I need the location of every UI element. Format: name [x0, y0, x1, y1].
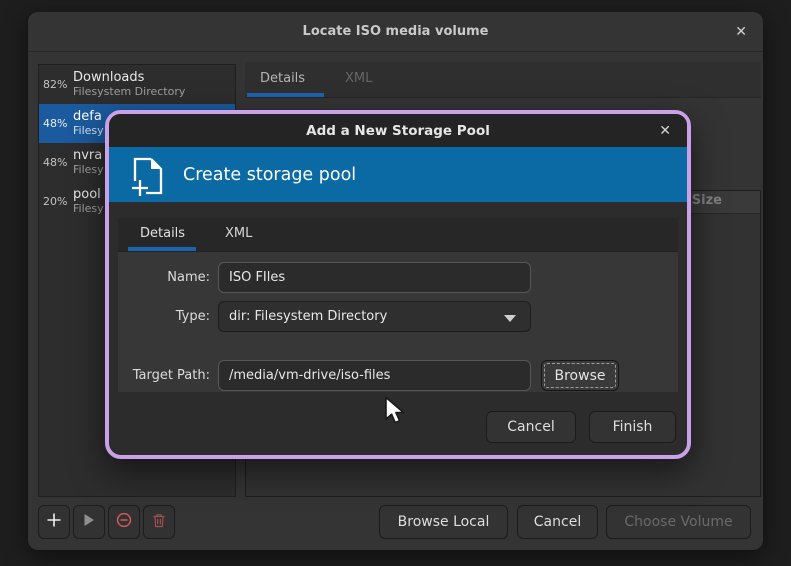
dialog-form: Name: Type: dir: Filesystem Directory Ta… — [118, 252, 678, 392]
window-title: Locate ISO media volume — [303, 24, 489, 39]
tab-xml[interactable]: XML — [345, 71, 372, 86]
circle-minus-icon — [116, 512, 132, 532]
new-document-plus-icon — [129, 153, 167, 197]
dialog-titlebar: Add a New Storage Pool ✕ — [109, 114, 687, 147]
dialog-tabs: Details XML — [118, 218, 678, 252]
dialog-tab-details[interactable]: Details — [140, 226, 185, 241]
pool-usage-percent: 82% — [43, 78, 73, 91]
name-label: Name: — [118, 262, 210, 293]
pool-type: Filesy — [73, 164, 104, 177]
play-icon — [82, 513, 96, 531]
size-column-header[interactable]: Size — [692, 193, 722, 208]
name-input[interactable] — [218, 262, 531, 293]
screen: Locate ISO media volume ✕ 82% Downloads … — [0, 0, 791, 566]
delete-pool-button[interactable] — [143, 505, 175, 539]
type-dropdown[interactable]: dir: Filesystem Directory — [218, 301, 531, 332]
target-path-input[interactable] — [218, 360, 531, 391]
pool-name: defa — [73, 110, 104, 125]
pool-type: Filesystem Directory — [73, 86, 185, 99]
type-label: Type: — [118, 301, 210, 332]
dialog-inner: Add a New Storage Pool ✕ Create storage … — [109, 114, 687, 455]
dialog-tab-xml[interactable]: XML — [225, 226, 252, 241]
pool-row-downloads[interactable]: 82% Downloads Filesystem Directory — [39, 65, 235, 104]
pool-type: Filesy — [73, 125, 104, 138]
window-titlebar: Locate ISO media volume ✕ — [28, 12, 763, 52]
active-tab-underline — [247, 93, 324, 97]
dialog-buttons: Cancel Finish — [486, 411, 676, 443]
cancel-button[interactable]: Cancel — [517, 505, 598, 539]
pool-usage-percent: 48% — [43, 117, 73, 130]
browse-button[interactable]: Browse — [541, 360, 619, 391]
chevron-down-icon — [504, 315, 516, 322]
dialog-cancel-button[interactable]: Cancel — [486, 411, 576, 443]
banner-title: Create storage pool — [183, 165, 356, 185]
dialog-notebook: Details XML Name: Type: dir: Filesystem … — [118, 218, 678, 392]
pool-name: Downloads — [73, 71, 185, 86]
plus-icon — [46, 512, 62, 532]
choose-volume-button[interactable]: Choose Volume — [606, 505, 751, 539]
start-pool-button[interactable] — [73, 505, 105, 539]
add-pool-button[interactable] — [38, 505, 70, 539]
stop-pool-button[interactable] — [108, 505, 140, 539]
dialog-title: Add a New Storage Pool — [306, 123, 490, 139]
dialog-active-tab-underline — [128, 247, 196, 251]
type-dropdown-value: dir: Filesystem Directory — [229, 309, 387, 324]
dialog-finish-button[interactable]: Finish — [589, 411, 676, 443]
dialog-banner: Create storage pool — [109, 147, 687, 202]
trash-icon — [152, 513, 166, 532]
pool-name: pool — [73, 188, 104, 203]
pool-name: nvra — [73, 149, 104, 164]
pool-usage-percent: 48% — [43, 156, 73, 169]
pool-type: Filesy — [73, 203, 104, 216]
browse-local-button[interactable]: Browse Local — [379, 505, 508, 539]
pool-detail-tabs: Details XML — [245, 62, 761, 98]
pool-usage-percent: 20% — [43, 195, 73, 208]
add-storage-pool-dialog: Add a New Storage Pool ✕ Create storage … — [105, 110, 691, 459]
window-close-icon[interactable]: ✕ — [735, 12, 747, 52]
target-path-label: Target Path: — [118, 360, 210, 391]
dialog-close-icon[interactable]: ✕ — [659, 114, 671, 147]
tab-details[interactable]: Details — [260, 71, 305, 86]
window-footer: Browse Local Cancel Choose Volume — [38, 505, 751, 539]
